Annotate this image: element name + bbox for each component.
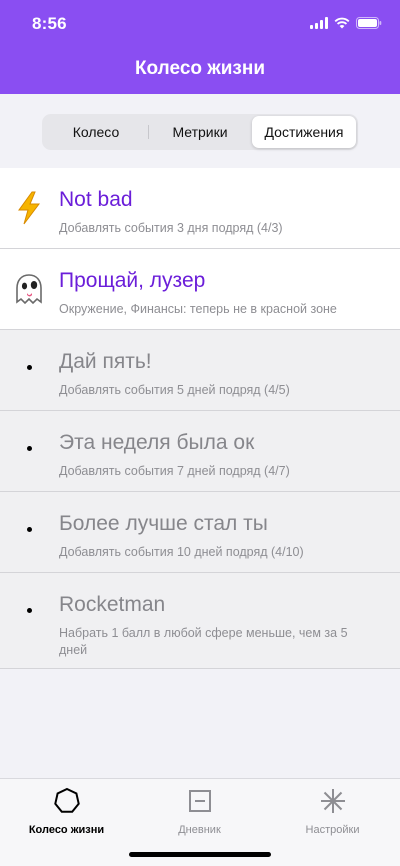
tab-label: Колесо жизни xyxy=(28,824,105,836)
bullet-icon xyxy=(27,365,32,370)
bullet-icon xyxy=(27,446,32,451)
home-indicator xyxy=(129,852,271,857)
tab-wheel[interactable]: Колесо жизни xyxy=(0,787,133,837)
achievement-row[interactable]: Эта неделя была ок Добавлять события 7 д… xyxy=(0,411,400,492)
bullet-icon xyxy=(27,527,32,532)
achievement-subtitle: Добавлять события 10 дней подряд (4/10) xyxy=(59,545,304,559)
app-header: 8:56 Колесо жизни xyxy=(0,0,400,94)
achievement-subtitle: Окружение, Финансы: теперь не в красной … xyxy=(59,302,337,316)
status-time: 8:56 xyxy=(32,14,67,33)
tab-label: Настройки xyxy=(305,824,360,836)
tab-diary[interactable]: Дневник xyxy=(133,787,266,837)
achievement-row[interactable]: Более лучше стал ты Добавлять события 10… xyxy=(0,492,400,573)
signal-icon xyxy=(310,16,328,34)
wifi-icon xyxy=(334,16,350,34)
achievement-title: Rocketman xyxy=(59,593,166,616)
asterisk-icon xyxy=(319,787,347,820)
segment-wheel[interactable]: Колесо xyxy=(44,116,148,148)
achievement-title: Дай пять! xyxy=(59,350,152,373)
achievement-subtitle: Добавлять события 5 дней подряд (4/5) xyxy=(59,383,290,397)
achievement-row[interactable]: Прощай, лузер Окружение, Финансы: теперь… xyxy=(0,249,400,330)
lightning-icon xyxy=(12,188,46,228)
achievement-subtitle: Добавлять события 7 дней подряд (4/7) xyxy=(59,464,290,478)
segment-area: Колесо Метрики Достижения xyxy=(0,94,400,168)
achievement-row[interactable]: Rocketman Набрать 1 балл в любой сфере м… xyxy=(0,573,400,669)
ghost-icon xyxy=(12,269,46,309)
achievement-subtitle: Набрать 1 балл в любой сфере меньше, чем… xyxy=(59,626,348,657)
tab-label: Дневник xyxy=(178,824,221,836)
status-bar: 8:56 xyxy=(0,0,400,44)
tab-settings[interactable]: Настройки xyxy=(266,787,399,837)
achievement-title: Эта неделя была ок xyxy=(59,431,255,454)
achievement-title: Not bad xyxy=(59,188,133,211)
bullet-icon xyxy=(27,608,32,613)
segment-achievements[interactable]: Достижения xyxy=(252,116,356,148)
minus-square-icon xyxy=(186,787,214,820)
achievement-title: Более лучше стал ты xyxy=(59,512,268,535)
achievement-subtitle: Добавлять события 3 дня подряд (4/3) xyxy=(59,221,283,235)
page-title: Колесо жизни xyxy=(134,58,266,79)
battery-icon xyxy=(356,16,382,34)
heptagon-icon xyxy=(53,787,81,820)
achievement-row[interactable]: Дай пять! Добавлять события 5 дней подря… xyxy=(0,330,400,411)
segment-metrics[interactable]: Метрики xyxy=(148,116,252,148)
segmented-control: Колесо Метрики Достижения xyxy=(42,114,358,150)
achievement-row[interactable]: Not bad Добавлять события 3 дня подряд (… xyxy=(0,168,400,249)
achievement-title: Прощай, лузер xyxy=(59,269,206,292)
achievements-list: Not bad Добавлять события 3 дня подряд (… xyxy=(0,168,400,669)
status-icons xyxy=(310,16,382,34)
